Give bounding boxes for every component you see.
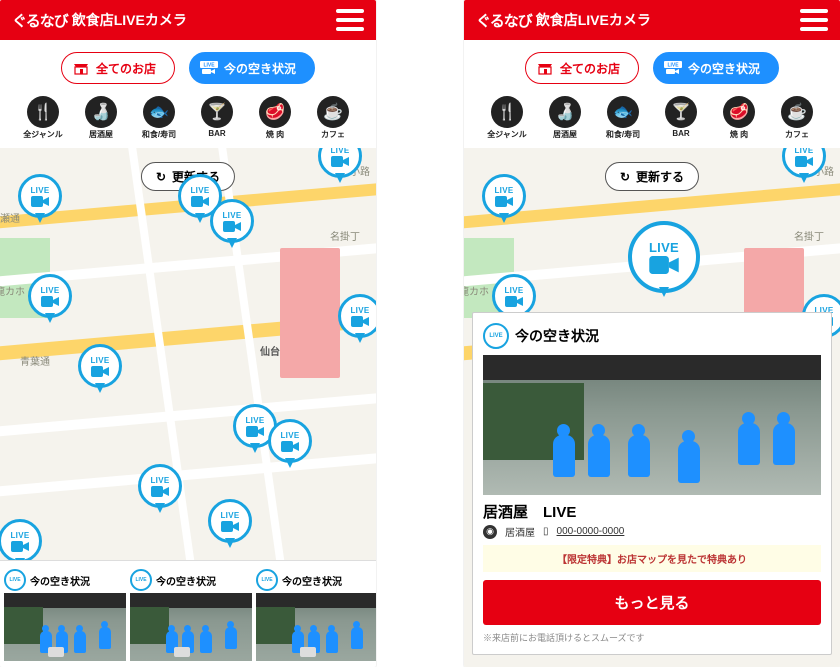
app-header: ぐるなび 飲食店LIVEカメラ xyxy=(0,0,376,40)
cat-all[interactable]: 🍴全ジャンル xyxy=(23,96,63,140)
live-marker[interactable]: LIVE xyxy=(318,148,362,178)
live-marker[interactable]: LIVE xyxy=(0,519,42,563)
menu-icon[interactable] xyxy=(336,9,364,31)
live-marker[interactable]: LIVE xyxy=(482,174,526,218)
pill-all-shops[interactable]: 全てのお店 xyxy=(61,52,175,84)
live-marker[interactable]: LIVE xyxy=(28,274,72,318)
pill-all-shops[interactable]: 全てのお店 xyxy=(525,52,639,84)
filter-pills: 全てのお店 LIVE 今の空き状況 xyxy=(0,40,376,96)
detail-title: 今の空き状況 xyxy=(515,326,599,346)
cat-izakaya[interactable]: 🍶居酒屋 xyxy=(545,96,585,140)
cocktail-icon: 🍸 xyxy=(665,96,697,128)
shop-phone[interactable]: 000-0000-0000 xyxy=(557,526,625,537)
phone-left: ぐるなび 飲食店LIVEカメラ 全てのお店 LIVE 今の空き状況 🍴全ジャンル… xyxy=(0,0,376,667)
menu-icon[interactable] xyxy=(800,9,828,31)
cat-washoku[interactable]: 🐟和食/寿司 xyxy=(603,96,643,140)
pill-availability[interactable]: LIVE 今の空き状況 xyxy=(189,52,315,84)
shop-thumbnail xyxy=(130,593,252,661)
live-marker[interactable]: LIVE xyxy=(78,344,122,388)
app-header: ぐるなび 飲食店LIVEカメラ xyxy=(464,0,840,40)
shop-category: 居酒屋 xyxy=(505,524,535,539)
fish-icon: 🐟 xyxy=(607,96,639,128)
brand-mark: ぐるなび xyxy=(12,10,68,31)
shop-detail-card: LIVE 今の空き状況 居酒屋 LIVE ◉ 居酒屋 ▯ xyxy=(472,312,832,655)
person-icon: ◉ xyxy=(483,525,497,539)
live-marker-selected[interactable]: LIVE xyxy=(628,221,700,293)
cat-washoku[interactable]: 🐟和食/寿司 xyxy=(139,96,179,140)
brand-mark: ぐるなび xyxy=(476,10,532,31)
cat-izakaya[interactable]: 🍶居酒屋 xyxy=(81,96,121,140)
coffee-icon: ☕ xyxy=(317,96,349,128)
refresh-icon: ↻ xyxy=(156,170,166,184)
live-cam-icon: LIVE xyxy=(664,59,682,77)
refresh-icon: ↻ xyxy=(620,170,630,184)
app-logo: ぐるなび 飲食店LIVEカメラ xyxy=(12,10,187,31)
pill-all-label: 全てのお店 xyxy=(96,60,156,77)
category-row: 🍴全ジャンル 🍶居酒屋 🐟和食/寿司 🍸BAR 🥩焼 肉 ☕カフェ xyxy=(0,96,376,148)
shop-thumbnail xyxy=(4,593,126,661)
cat-yakiniku[interactable]: 🥩焼 肉 xyxy=(719,96,759,140)
live-marker[interactable]: LIVE xyxy=(268,419,312,463)
phone-right: ぐるなび 飲食店LIVEカメラ 全てのお店 LIVE 今の空き状況 🍴全ジャンル… xyxy=(464,0,840,667)
promo-banner: 【限定特典】お店マップを見たで特典あり xyxy=(483,545,821,572)
live-marker[interactable]: LIVE xyxy=(138,464,182,508)
refresh-button[interactable]: ↻ 更新する xyxy=(605,162,699,191)
live-badge-icon: LIVE xyxy=(483,323,509,349)
shop-meta: ◉ 居酒屋 ▯ 000-0000-0000 xyxy=(483,524,821,539)
fish-icon: 🐟 xyxy=(143,96,175,128)
cat-cafe[interactable]: ☕カフェ xyxy=(777,96,817,140)
shop-name: 居酒屋 LIVE xyxy=(483,501,821,522)
meat-icon: 🥩 xyxy=(259,96,291,128)
filter-pills: 全てのお店 LIVE 今の空き状況 xyxy=(464,40,840,96)
live-badge-icon: LIVE xyxy=(4,569,26,591)
store-icon xyxy=(536,59,554,77)
svg-text:LIVE: LIVE xyxy=(203,63,215,69)
sake-icon: 🍶 xyxy=(85,96,117,128)
category-row: 🍴全ジャンル 🍶居酒屋 🐟和食/寿司 🍸BAR 🥩焼 肉 ☕カフェ xyxy=(464,96,840,148)
cocktail-icon: 🍸 xyxy=(201,96,233,128)
map-view[interactable]: 青葉通 名掛丁 寺小路 龍カホ ↻ 更新する LIVE LIVE LIVE LI… xyxy=(464,148,840,667)
cat-bar[interactable]: 🍸BAR xyxy=(197,96,237,140)
live-badge-icon: LIVE xyxy=(130,569,152,591)
shop-card[interactable]: LIVE今の空き状況 xyxy=(130,567,252,661)
refresh-label: 更新する xyxy=(636,168,684,185)
shop-card[interactable]: LIVE今の空き状況 xyxy=(4,567,126,661)
store-icon xyxy=(72,59,90,77)
app-title: 飲食店LIVEカメラ xyxy=(72,10,187,30)
coffee-icon: ☕ xyxy=(781,96,813,128)
shop-cards-row[interactable]: LIVE今の空き状況 LIVE今の空き状況 LIVE今の空き状況 xyxy=(0,560,376,667)
app-title: 飲食店LIVEカメラ xyxy=(536,10,651,30)
shop-card[interactable]: LIVE今の空き状況 xyxy=(256,567,376,661)
shop-thumbnail xyxy=(256,593,376,661)
fork-knife-icon: 🍴 xyxy=(27,96,59,128)
cat-bar[interactable]: 🍸BAR xyxy=(661,96,701,140)
pill-availability-label: 今の空き状況 xyxy=(688,60,760,77)
cat-yakiniku[interactable]: 🥩焼 肉 xyxy=(255,96,295,140)
app-logo: ぐるなび 飲食店LIVEカメラ xyxy=(476,10,651,31)
live-badge-icon: LIVE xyxy=(256,569,278,591)
live-marker[interactable]: LIVE xyxy=(782,148,826,178)
fork-knife-icon: 🍴 xyxy=(491,96,523,128)
phone-icon: ▯ xyxy=(543,526,549,537)
sake-icon: 🍶 xyxy=(549,96,581,128)
pill-all-label: 全てのお店 xyxy=(560,60,620,77)
see-more-button[interactable]: もっと見る xyxy=(483,580,821,625)
svg-text:LIVE: LIVE xyxy=(667,63,679,69)
live-cam-icon: LIVE xyxy=(200,59,218,77)
live-marker[interactable]: LIVE xyxy=(18,174,62,218)
live-marker[interactable]: LIVE xyxy=(338,294,376,338)
meat-icon: 🥩 xyxy=(723,96,755,128)
pill-availability[interactable]: LIVE 今の空き状況 xyxy=(653,52,779,84)
cat-cafe[interactable]: ☕カフェ xyxy=(313,96,353,140)
cat-all[interactable]: 🍴全ジャンル xyxy=(487,96,527,140)
live-marker[interactable]: LIVE xyxy=(210,199,254,243)
shop-hero-image xyxy=(483,355,821,495)
pill-availability-label: 今の空き状況 xyxy=(224,60,296,77)
detail-note: ※来店前にお電話頂けるとスムーズです xyxy=(483,631,821,644)
live-marker[interactable]: LIVE xyxy=(208,499,252,543)
